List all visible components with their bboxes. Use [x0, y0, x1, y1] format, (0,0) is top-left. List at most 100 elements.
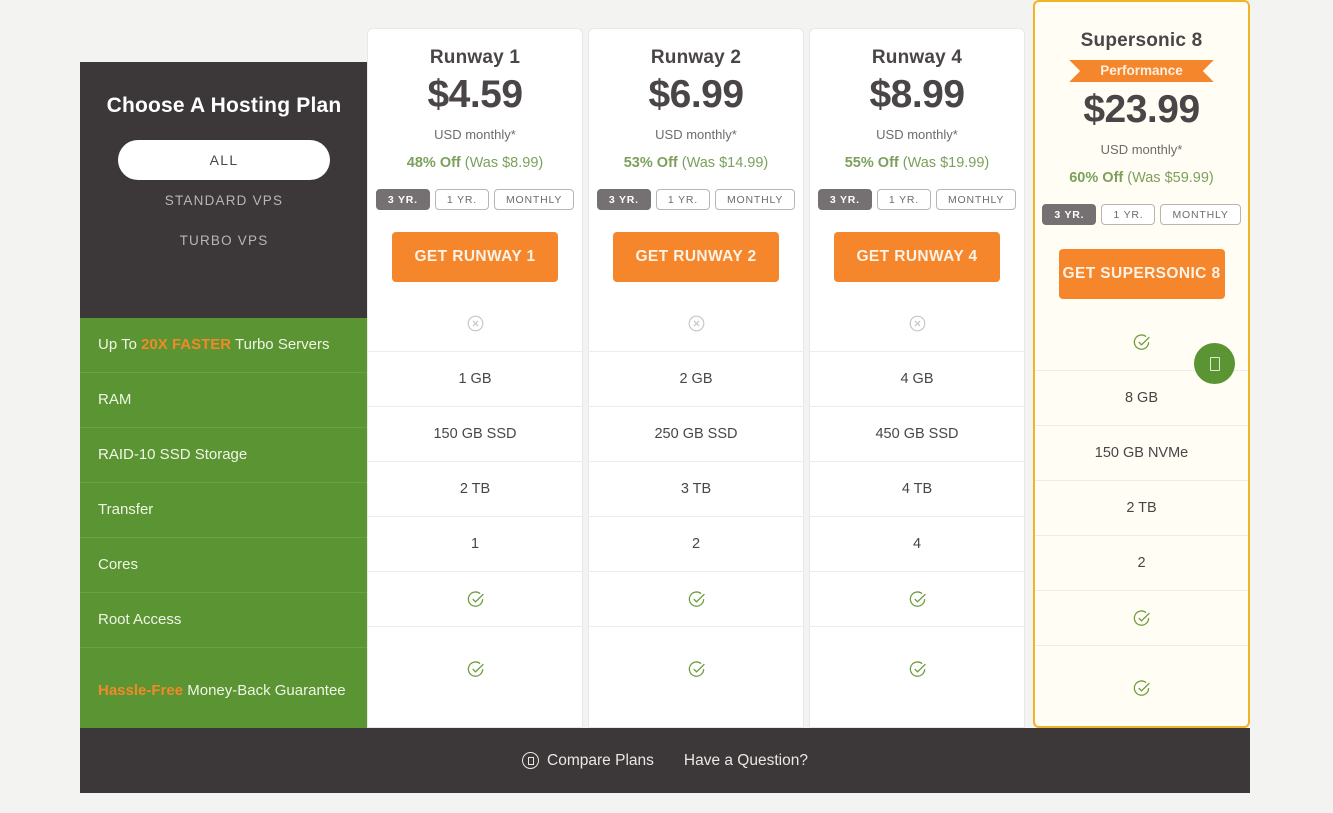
- term-option-monthly[interactable]: MONTHLY: [714, 189, 796, 210]
- sidebar-header: Choose A Hosting Plan ALL STANDARD VPS T…: [80, 62, 368, 318]
- plan-value-text: 1: [470, 536, 480, 552]
- check-icon: [687, 660, 706, 679]
- plan-value-list: 2 GB 250 GB SSD 3 TB 2: [589, 282, 803, 727]
- chat-widget-button[interactable]: [1194, 343, 1235, 384]
- plan-card: Runway 4 $8.99 USD monthly* 55% Off (Was $1…: [809, 28, 1025, 728]
- plan-value-list: 1 GB 150 GB SSD 2 TB 1: [368, 282, 582, 727]
- plan-value-text: 2: [691, 536, 701, 552]
- feature-label-row: RAID-10 SSD Storage: [80, 428, 368, 483]
- plan-value-cell: [368, 571, 582, 626]
- plan-name: Supersonic 8: [1080, 30, 1203, 51]
- plan-value-cell: 250 GB SSD: [589, 406, 803, 461]
- have-a-question-label: Have a Question?: [683, 751, 808, 769]
- plan-badge: Performance: [1080, 60, 1203, 82]
- plan-value-cell: 450 GB SSD: [810, 406, 1024, 461]
- feature-label-row: Cores: [80, 538, 368, 593]
- plan-value-text: 2 TB: [1126, 500, 1157, 516]
- plan-value-cell: 1 GB: [368, 351, 582, 406]
- plan-value-cell: 150 GB NVMe: [1035, 425, 1248, 480]
- plan-price-unit: USD monthly*: [876, 127, 958, 142]
- check-icon: [687, 590, 706, 609]
- filter-standard-vps[interactable]: STANDARD VPS: [102, 180, 346, 220]
- term-option-1-yr[interactable]: 1 YR.: [655, 189, 710, 210]
- plan-name: Runway 4: [871, 47, 963, 68]
- check-icon: [466, 590, 485, 609]
- term-option-3-yr[interactable]: 3 YR.: [1042, 204, 1097, 225]
- plan-discount: 60% Off (Was $59.99): [1069, 170, 1214, 186]
- plan-name: Runway 2: [650, 47, 742, 68]
- plan-value-list: 4 GB 450 GB SSD 4 TB 4: [810, 282, 1024, 727]
- plan-header: Runway 2 $6.99 USD monthly* 53% Off (Was $1…: [589, 29, 803, 282]
- plan-value-cell: 150 GB SSD: [368, 406, 582, 461]
- plan-value-cell: 4 GB: [810, 351, 1024, 406]
- term-toggle-group: 3 YR. 1 YR. MONTHLY: [375, 189, 575, 210]
- plan-columns: Runway 1 $4.59 USD monthly* 48% Off (Was $8…: [367, 0, 1250, 733]
- feature-label-row: RAM: [80, 373, 368, 428]
- plan-header: Supersonic 8 Performance $23.99 USD monthly…: [1035, 2, 1248, 299]
- plan-value-cell: [589, 571, 803, 626]
- plan-value-text: 3 TB: [680, 481, 712, 497]
- feature-label-row: Root Access: [80, 593, 368, 648]
- plan-cta-button[interactable]: GET RUNWAY 2: [613, 232, 779, 282]
- plan-value-cell: [589, 296, 803, 351]
- plan-price: $4.59: [427, 73, 523, 116]
- compare-plans-link[interactable]: Compare Plans: [522, 752, 654, 770]
- compare-icon: [522, 752, 540, 769]
- term-toggle-group: 3 YR. 1 YR. MONTHLY: [1042, 204, 1241, 225]
- plan-value-cell: [1035, 590, 1248, 645]
- plan-value-text: 450 GB SSD: [875, 426, 959, 442]
- filter-turbo-vps[interactable]: TURBO VPS: [102, 220, 346, 260]
- term-option-monthly[interactable]: MONTHLY: [1160, 204, 1241, 225]
- term-option-3-yr[interactable]: 3 YR.: [817, 189, 872, 210]
- plan-value-cell: [1035, 645, 1248, 730]
- plan-value-text: 2 GB: [679, 371, 713, 387]
- check-icon: [1132, 679, 1151, 698]
- plan-price: $6.99: [648, 73, 744, 116]
- term-option-monthly[interactable]: MONTHLY: [493, 189, 575, 210]
- plan-price-unit: USD monthly*: [655, 127, 737, 142]
- page-title: Choose A Hosting Plan: [106, 94, 342, 117]
- footer-bar: Compare Plans Have a Question?: [80, 728, 1250, 793]
- plan-price-unit: USD monthly*: [1100, 142, 1183, 157]
- term-option-monthly[interactable]: MONTHLY: [935, 189, 1017, 210]
- compare-plans-label: Compare Plans: [547, 751, 654, 769]
- term-option-1-yr[interactable]: 1 YR.: [434, 189, 489, 210]
- feature-label-text: RAM: [98, 391, 132, 409]
- feature-label-row: Transfer: [80, 483, 368, 538]
- plan-cta-button[interactable]: GET SUPERSONIC 8: [1058, 249, 1225, 299]
- feature-label-text: RAID-10 SSD Storage: [98, 446, 248, 464]
- plan-value-text: 8 GB: [1124, 390, 1159, 406]
- plan-value-cell: [810, 571, 1024, 626]
- term-option-1-yr[interactable]: 1 YR.: [876, 189, 931, 210]
- plan-cta-button[interactable]: GET RUNWAY 4: [834, 232, 1000, 282]
- cross-icon: [466, 314, 485, 333]
- plan-cta-button[interactable]: GET RUNWAY 1: [392, 232, 558, 282]
- plan-price-unit: USD monthly*: [434, 127, 516, 142]
- term-toggle-group: 3 YR. 1 YR. MONTHLY: [817, 189, 1017, 210]
- plan-name: Runway 1: [429, 47, 521, 68]
- term-option-3-yr[interactable]: 3 YR.: [596, 189, 651, 210]
- plan-value-cell: 2: [589, 516, 803, 571]
- plan-value-text: 4: [912, 536, 922, 552]
- sidebar: Choose A Hosting Plan ALL STANDARD VPS T…: [80, 62, 368, 733]
- plan-value-text: 150 GB SSD: [433, 426, 517, 442]
- check-icon: [908, 660, 927, 679]
- term-option-3-yr[interactable]: 3 YR.: [375, 189, 430, 210]
- term-toggle-group: 3 YR. 1 YR. MONTHLY: [596, 189, 796, 210]
- check-icon: [1132, 333, 1151, 352]
- plan-value-cell: [810, 626, 1024, 711]
- check-icon: [1132, 609, 1151, 628]
- plan-card: Runway 1 $4.59 USD monthly* 48% Off (Was $8…: [367, 28, 583, 728]
- plan-value-cell: 2 TB: [368, 461, 582, 516]
- filter-all-button[interactable]: ALL: [118, 140, 330, 181]
- plan-value-cell: 4: [810, 516, 1024, 571]
- term-option-1-yr[interactable]: 1 YR.: [1101, 204, 1156, 225]
- plan-value-cell: 3 TB: [589, 461, 803, 516]
- plan-value-text: 250 GB SSD: [654, 426, 738, 442]
- have-a-question-link[interactable]: Have a Question?: [684, 752, 808, 770]
- feature-label-row: Hassle-Free Money-Back Guarantee: [80, 648, 368, 733]
- plan-header: Runway 4 $8.99 USD monthly* 55% Off (Was $1…: [810, 29, 1024, 282]
- plan-value-text: 4 TB: [901, 481, 933, 497]
